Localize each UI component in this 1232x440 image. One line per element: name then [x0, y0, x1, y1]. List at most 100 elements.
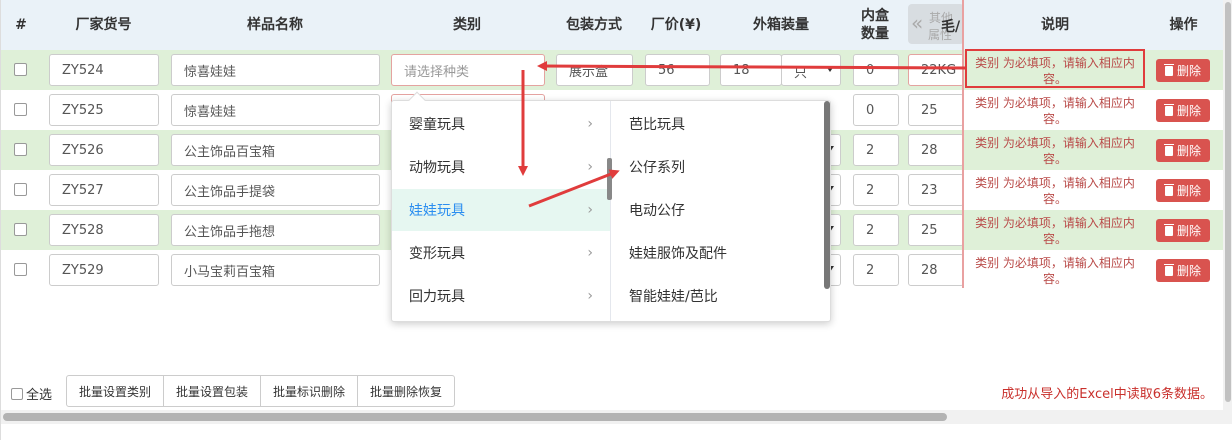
- select-all-checkbox[interactable]: [11, 387, 23, 400]
- option-label: 回力玩具: [409, 289, 465, 305]
- cascader-option-active[interactable]: 娃娃玩具 ›: [392, 189, 610, 231]
- batch-button-group: 批量设置类别 批量设置包装 批量标识删除 批量删除恢复: [66, 375, 456, 407]
- delete-button[interactable]: 删除: [1156, 99, 1210, 122]
- col-outer: 外箱装量: [753, 17, 809, 33]
- col-pack: 包装方式: [566, 17, 622, 33]
- cascader-option[interactable]: 动物玩具 ›: [392, 146, 610, 188]
- vertical-scrollbar[interactable]: [1223, 0, 1232, 410]
- name-input[interactable]: 公主饰品百宝箱: [171, 134, 380, 166]
- weight-input[interactable]: 28: [908, 254, 964, 286]
- horizontal-scrollbar[interactable]: [1, 410, 1232, 424]
- category-cascader: 婴童玩具 › 动物玩具 › 娃娃玩具 › 变形玩具 › 回力玩具 › 芭比玩具 公仔系列 …: [391, 91, 831, 322]
- trash-icon: [1163, 143, 1174, 156]
- select-all-label: 全选: [26, 388, 53, 403]
- inner-input[interactable]: 2: [853, 174, 899, 206]
- unit-select[interactable]: 只: [781, 54, 841, 86]
- cascader-option[interactable]: 婴童玩具 ›: [392, 103, 610, 145]
- delete-button[interactable]: 删除: [1156, 59, 1210, 82]
- cascader-option[interactable]: 变形玩具 ›: [392, 232, 610, 274]
- batch-set-pack-button[interactable]: 批量设置包装: [164, 376, 262, 406]
- row-error-message: 类别 为必填项，请输入相应内容。: [975, 256, 1135, 286]
- col-category: 类别: [453, 17, 481, 33]
- chevron-right-icon: ›: [587, 159, 593, 175]
- name-input[interactable]: 惊喜娃娃: [171, 94, 380, 126]
- trash-icon: [1163, 63, 1174, 76]
- weight-input[interactable]: 25: [908, 94, 964, 126]
- batch-set-category-button[interactable]: 批量设置类别: [67, 376, 165, 406]
- cascader-sub-option[interactable]: 智能娃娃/芭比: [612, 275, 812, 317]
- col-code: 厂家货号: [75, 17, 132, 33]
- code-input[interactable]: ZY527: [49, 174, 159, 206]
- column-divider: [962, 0, 964, 288]
- row-checkbox[interactable]: [14, 263, 27, 276]
- vertical-scroll-thumb[interactable]: [1225, 2, 1231, 402]
- trash-icon: [1163, 183, 1174, 196]
- row-checkbox[interactable]: [14, 223, 27, 236]
- pack-input[interactable]: 展示盒: [556, 54, 633, 86]
- delete-label: 删除: [1176, 64, 1201, 78]
- row-checkbox[interactable]: [14, 143, 27, 156]
- chevron-right-icon: ›: [587, 202, 593, 218]
- cascader-sub-option[interactable]: 芭比玩具: [612, 103, 812, 145]
- row-checkbox[interactable]: [14, 183, 27, 196]
- option-label: 变形玩具: [409, 246, 465, 262]
- code-input[interactable]: ZY524: [49, 54, 159, 86]
- inner-input[interactable]: 2: [853, 214, 899, 246]
- trash-icon: [1163, 103, 1174, 116]
- inner-input[interactable]: 2: [853, 254, 899, 286]
- delete-label: 删除: [1176, 144, 1201, 158]
- weight-input[interactable]: 23: [908, 174, 964, 206]
- delete-label: 删除: [1176, 224, 1201, 238]
- batch-restore-button[interactable]: 批量删除恢复: [358, 376, 454, 406]
- col-index: #: [15, 17, 27, 33]
- unit-value: 只: [794, 66, 808, 81]
- row-checkbox[interactable]: [14, 63, 27, 76]
- row-error-message: 类别 为必填项，请输入相应内容。: [975, 96, 1135, 126]
- row-error-message: 类别 为必填项，请输入相应内容。: [975, 176, 1135, 206]
- outer-qty-input[interactable]: 18: [720, 54, 782, 86]
- delete-button[interactable]: 删除: [1156, 179, 1210, 202]
- delete-label: 删除: [1176, 264, 1201, 278]
- delete-button[interactable]: 删除: [1156, 259, 1210, 282]
- chevron-right-icon: ›: [587, 245, 593, 261]
- weight-input[interactable]: 25: [908, 214, 964, 246]
- delete-button[interactable]: 删除: [1156, 139, 1210, 162]
- name-input[interactable]: 小马宝莉百宝箱: [171, 254, 380, 286]
- col-inner-line1: 内盒: [861, 8, 889, 24]
- chevron-right-icon: ›: [587, 116, 593, 132]
- code-input[interactable]: ZY529: [49, 254, 159, 286]
- weight-input[interactable]: 28: [908, 134, 964, 166]
- inner-input[interactable]: 2: [853, 134, 899, 166]
- price-input[interactable]: 56: [645, 54, 710, 86]
- inner-input[interactable]: 0: [853, 54, 899, 86]
- code-input[interactable]: ZY525: [49, 94, 159, 126]
- row-checkbox[interactable]: [14, 103, 27, 116]
- select-all[interactable]: 全选: [11, 384, 52, 403]
- cascader-scrollbar[interactable]: [824, 101, 830, 289]
- batch-mark-delete-button[interactable]: 批量标识删除: [261, 376, 359, 406]
- import-status: 成功从导入的Excel中读取6条数据。: [1001, 387, 1213, 402]
- col-desc: 说明: [1041, 17, 1069, 33]
- row-error-message: 类别 为必填项，请输入相应内容。: [975, 216, 1135, 246]
- table-header: # 厂家货号 样品名称 类别 包装方式 厂价(¥) 外箱装量 内盒 数量 « 其…: [1, 0, 1232, 50]
- caret-down-icon: [826, 66, 834, 72]
- delete-button[interactable]: 删除: [1156, 219, 1210, 242]
- code-input[interactable]: ZY528: [49, 214, 159, 246]
- name-input[interactable]: 公主饰品手提袋: [171, 174, 380, 206]
- weight-input[interactable]: 22KG: [908, 54, 964, 86]
- code-input[interactable]: ZY526: [49, 134, 159, 166]
- category-select[interactable]: 请选择种类: [391, 54, 545, 86]
- name-input[interactable]: 惊喜娃娃: [171, 54, 380, 86]
- col-weight: 毛/: [941, 19, 961, 35]
- trash-icon: [1163, 263, 1174, 276]
- cascader-option[interactable]: 回力玩具 ›: [392, 275, 610, 317]
- option-label: 娃娃玩具: [409, 203, 465, 219]
- cascader-sub-option[interactable]: 娃娃服饰及配件: [612, 232, 812, 274]
- name-input[interactable]: 公主饰品手拖想: [171, 214, 380, 246]
- cascader-sub-option[interactable]: 公仔系列: [612, 146, 812, 188]
- row-error-message: 类别 为必填项，请输入相应内容。: [975, 136, 1135, 166]
- col-price: 厂价(¥): [650, 17, 702, 33]
- cascader-sub-option[interactable]: 电动公仔: [612, 189, 812, 231]
- inner-input[interactable]: 0: [853, 94, 899, 126]
- horizontal-scroll-thumb[interactable]: [3, 413, 947, 421]
